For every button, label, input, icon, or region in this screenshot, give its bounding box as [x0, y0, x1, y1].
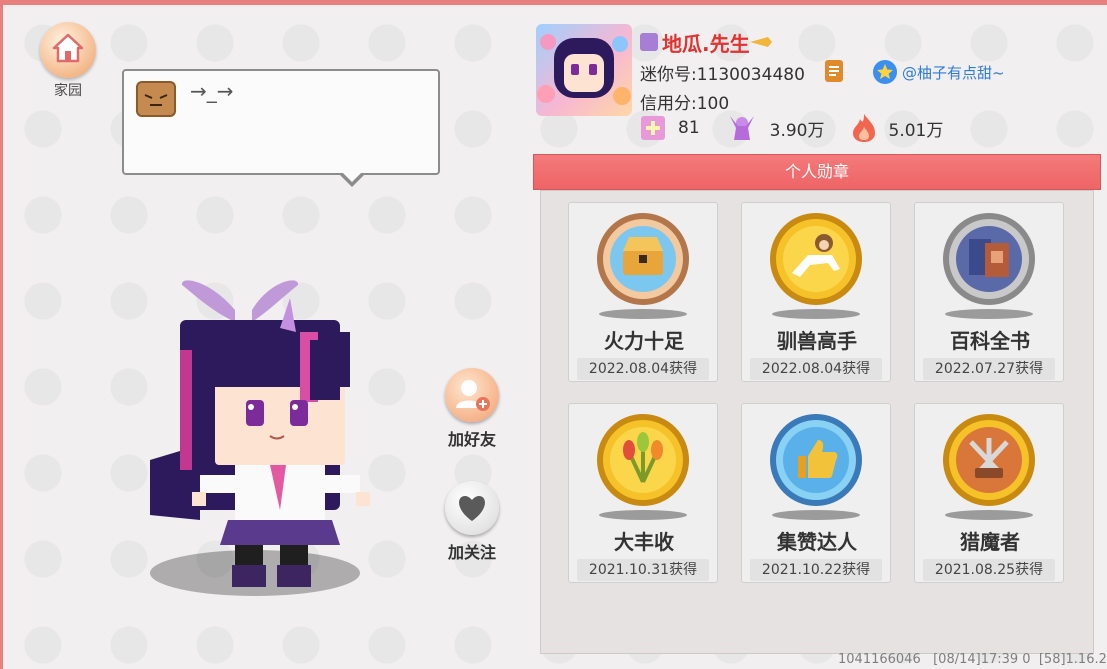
medal-name: 百科全书 — [950, 329, 1030, 353]
follow-button[interactable]: 加关注 — [437, 481, 507, 563]
cheer-icon — [729, 116, 754, 140]
thumbs-up-medal-icon — [770, 414, 862, 506]
vip-icon — [640, 33, 658, 51]
face-emote-icon — [136, 81, 176, 117]
bubble-text: →_→ — [190, 79, 234, 103]
medal-panel: 火力十足 2022.08.04获得 驯兽高手 2022.08.04获得 百科全书… — [540, 190, 1094, 654]
friend-tag[interactable]: @柚子有点甜~ — [872, 59, 1005, 85]
books-medal-icon — [943, 213, 1035, 305]
stat-popularity-value: 5.01万 — [888, 120, 944, 141]
medal-date: 2022.07.27获得 — [923, 358, 1055, 380]
speech-bubble: →_→ — [122, 69, 440, 175]
harvest-medal-icon — [597, 414, 689, 506]
medal-card[interactable]: 驯兽高手 2022.08.04获得 — [741, 202, 891, 382]
medal-name: 大丰收 — [614, 530, 674, 554]
medal-card[interactable]: 大丰收 2021.10.31获得 — [568, 403, 718, 583]
medal-date: 2021.10.22获得 — [750, 559, 882, 581]
player-character[interactable] — [140, 270, 370, 590]
medal-date: 2022.08.04获得 — [750, 358, 882, 380]
medal-pedestal — [945, 510, 1033, 520]
medal-date: 2022.08.04获得 — [577, 358, 709, 380]
medal-date: 2021.10.31获得 — [577, 559, 709, 581]
credit-score: 信用分:100 — [640, 94, 730, 114]
medal-pedestal — [945, 309, 1033, 319]
home-button[interactable]: 家园 — [38, 22, 98, 100]
medal-card[interactable]: 猎魔者 2021.08.25获得 — [914, 403, 1064, 583]
add-friend-circle — [445, 368, 499, 422]
left-border — [0, 0, 3, 669]
medal-name: 火力十足 — [604, 329, 684, 353]
stat-likes-value: 3.90万 — [769, 120, 825, 141]
debug-footer: 1041166046 [08/14]17:39 0 [58]1.16.2 — [838, 652, 1107, 667]
avatar[interactable] — [536, 24, 632, 116]
medal-pedestal — [772, 309, 860, 319]
medal-card[interactable]: 集赞达人 2021.10.22获得 — [741, 403, 891, 583]
medal-pedestal — [599, 510, 687, 520]
medal-pedestal — [772, 510, 860, 520]
top-border — [0, 0, 1107, 5]
medal-card[interactable]: 火力十足 2022.08.04获得 — [568, 202, 718, 382]
stat-level: 81 — [640, 115, 700, 141]
title-wing-icon — [749, 37, 772, 47]
house-icon — [52, 33, 84, 63]
follow-label: 加关注 — [447, 543, 496, 562]
plus-badge-icon — [641, 116, 665, 140]
add-friend-label: 加好友 — [447, 430, 496, 449]
stat-level-value: 81 — [678, 118, 700, 138]
player-name-row: 地瓜.先生 — [640, 30, 772, 56]
heart-icon — [459, 496, 485, 521]
medal-pedestal — [599, 309, 687, 319]
bubble-tail — [338, 171, 366, 187]
player-name: 地瓜.先生 — [662, 31, 750, 56]
medal-card[interactable]: 百科全书 2022.07.27获得 — [914, 202, 1064, 382]
copy-icon[interactable] — [822, 58, 846, 84]
star-badge-icon — [873, 60, 897, 84]
medal-name: 猎魔者 — [960, 530, 1020, 554]
stats-row: 81 3.90万 5.01万 — [640, 113, 969, 143]
flame-icon — [852, 114, 875, 142]
treasure-chest-medal-icon — [597, 213, 689, 305]
medal-name: 驯兽高手 — [777, 329, 857, 353]
home-label: 家园 — [54, 83, 82, 99]
medal-panel-header: 个人勋章 — [533, 154, 1101, 190]
monkey-rider-medal-icon — [770, 213, 862, 305]
add-user-icon — [456, 380, 490, 411]
add-friend-button[interactable]: 加好友 — [437, 368, 507, 450]
medal-date: 2021.08.25获得 — [923, 559, 1055, 581]
home-icon-circle — [40, 22, 96, 78]
medal-name: 集赞达人 — [777, 530, 857, 554]
stat-likes: 3.90万 — [726, 114, 825, 142]
friend-tag-text: @柚子有点甜~ — [902, 63, 1005, 82]
mini-id: 迷你号:1130034480 — [640, 65, 805, 85]
stat-popularity: 5.01万 — [851, 113, 944, 143]
swords-medal-icon — [943, 414, 1035, 506]
follow-circle — [445, 481, 499, 535]
